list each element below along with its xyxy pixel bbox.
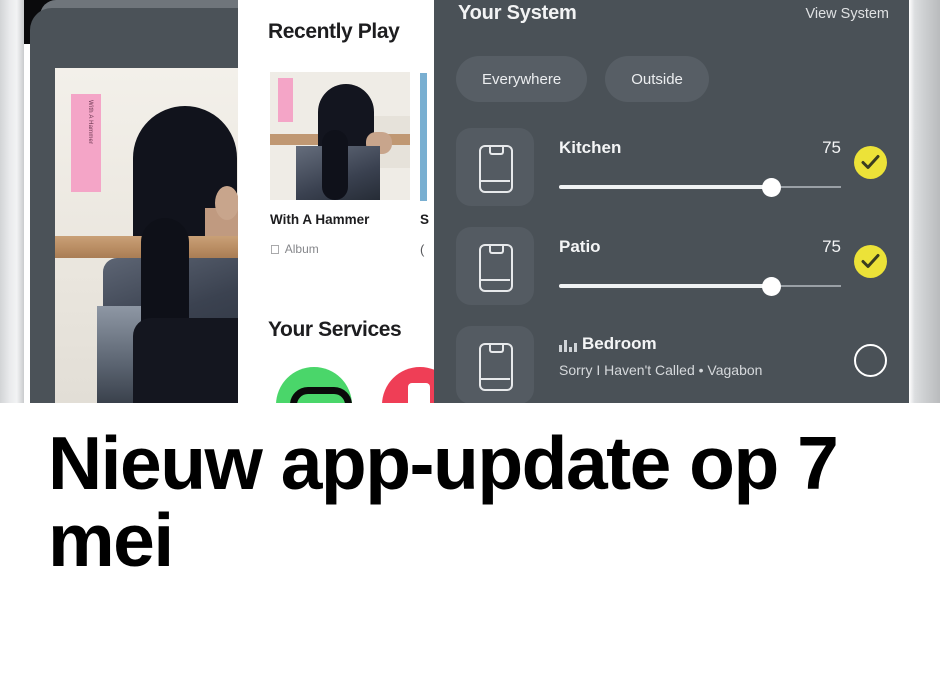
room-name-patio: Patio xyxy=(559,237,601,256)
album-title-1: With A Hammer xyxy=(270,212,370,227)
view-system-link[interactable]: View System xyxy=(805,6,889,22)
slider-fill xyxy=(559,283,771,288)
album-tile-2[interactable] xyxy=(420,73,427,201)
now-playing-bedroom: Sorry I Haven't Called • Vagabon xyxy=(559,362,763,378)
slider-knob[interactable] xyxy=(761,178,781,197)
app-screenshot: With A Hammer Recently Play With A Hamme… xyxy=(0,0,940,403)
speaker-icon xyxy=(479,244,513,292)
phone-bezel-left xyxy=(0,0,24,403)
check-icon xyxy=(861,155,880,169)
room-volume-value-patio: 75 xyxy=(822,237,841,256)
speaker-icon-tile-kitchen xyxy=(456,128,534,206)
speaker-icon-tile-patio xyxy=(456,227,534,305)
filter-everywhere[interactable]: Everywhere xyxy=(456,56,588,102)
album-tile-hair-long xyxy=(322,130,348,200)
room-row-kitchen[interactable]: Kitchen 75 xyxy=(456,128,903,227)
artwork-pink-label-text: With A Hammer xyxy=(87,100,93,145)
album-source-2: ( xyxy=(420,242,425,257)
phone-bezel-right xyxy=(909,0,940,403)
room-name-kitchen: Kitchen xyxy=(559,138,622,157)
volume-slider-patio[interactable] xyxy=(559,277,841,296)
room-volume-value-kitchen: 75 xyxy=(822,138,841,157)
apple-icon:  xyxy=(270,243,280,256)
room-select-circle-bedroom[interactable] xyxy=(854,344,887,377)
your-system-panel: Your System View System Everywhere Outsi… xyxy=(434,0,913,403)
speaker-icon xyxy=(479,343,513,391)
artwork-lower-dark xyxy=(133,318,240,403)
slider-fill xyxy=(559,184,771,189)
artwork-pink-label: With A Hammer xyxy=(71,94,101,192)
service-music-icon[interactable] xyxy=(382,367,434,403)
room-row-bedroom[interactable]: Bedroom Sorry I Haven't Called • Vagabon xyxy=(456,326,903,403)
album-tile-1[interactable] xyxy=(270,72,410,200)
album-source-label-1: Album xyxy=(275,242,319,256)
caption-headline: Nieuw app-update op 7 mei xyxy=(48,421,839,582)
page-title: Your System xyxy=(458,2,577,24)
volume-slider-kitchen[interactable] xyxy=(559,178,841,197)
room-selected-badge-kitchen[interactable] xyxy=(854,146,887,179)
speaker-icon xyxy=(479,145,513,193)
room-filter-group: Everywhere Outside xyxy=(456,56,709,102)
album-source-1:  Album xyxy=(270,242,319,256)
artwork-ear xyxy=(215,186,239,220)
page-root: With A Hammer Recently Play With A Hamme… xyxy=(0,0,940,675)
room-row-patio[interactable]: Patio 75 xyxy=(456,227,903,326)
album-artwork-large: With A Hammer xyxy=(55,68,240,403)
album-title-2: S xyxy=(420,212,430,227)
equalizer-icon xyxy=(559,339,577,352)
check-icon xyxy=(861,254,880,268)
library-card: Recently Play With A Hammer S  Album ( … xyxy=(238,0,434,403)
your-services-heading: Your Services xyxy=(268,318,402,341)
slider-knob[interactable] xyxy=(761,277,781,296)
service-spotify-icon[interactable] xyxy=(276,367,352,403)
filter-outside[interactable]: Outside xyxy=(605,56,709,102)
album-tile-pink-label xyxy=(278,78,293,122)
room-name-bedroom: Bedroom xyxy=(582,334,657,353)
speaker-icon-tile-bedroom xyxy=(456,326,534,403)
room-list: Kitchen 75 Patio 75 Bedroom Sorry I Have… xyxy=(456,128,903,403)
room-selected-badge-patio[interactable] xyxy=(854,245,887,278)
recently-played-heading: Recently Play xyxy=(268,20,400,43)
